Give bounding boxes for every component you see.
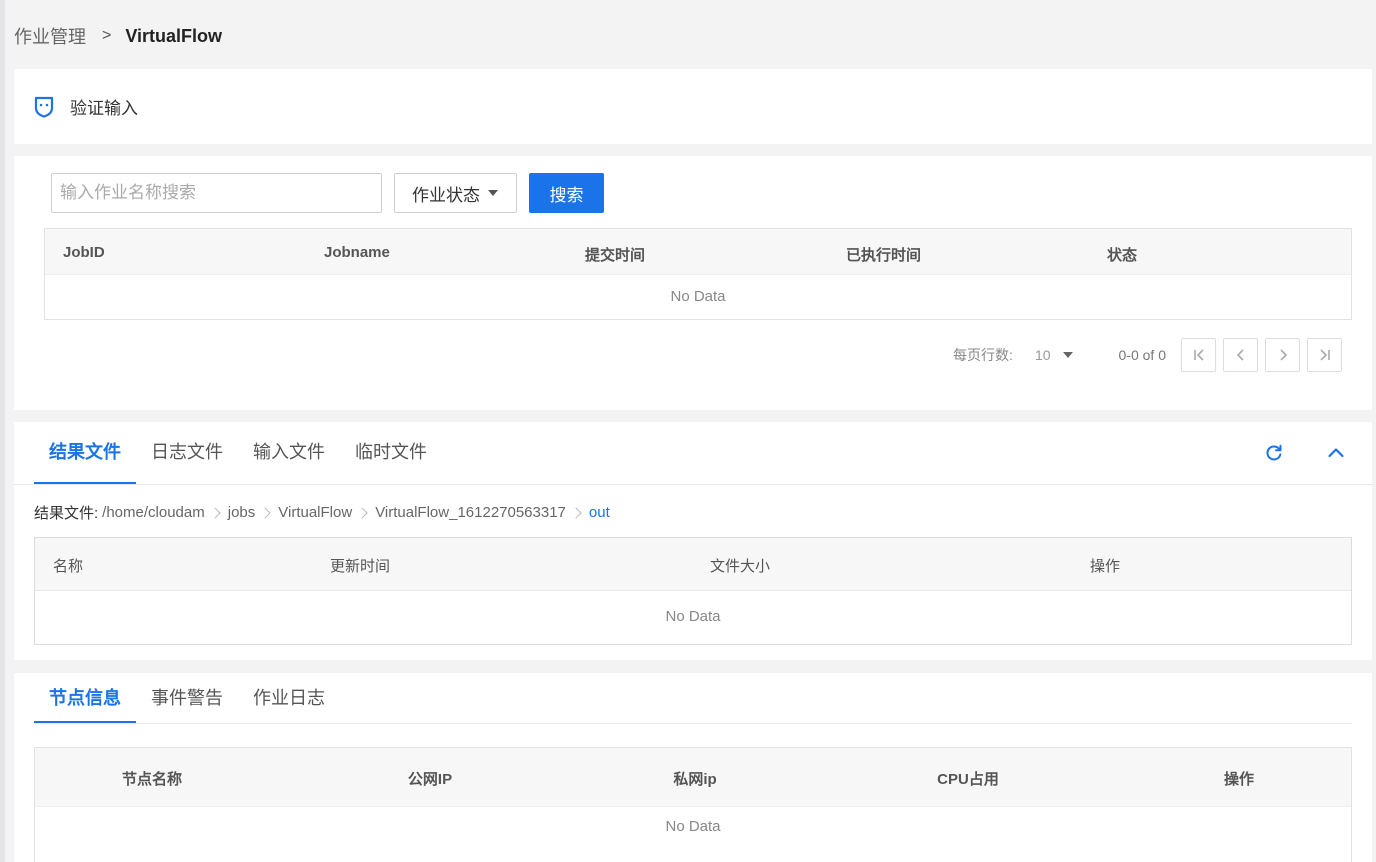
column-header[interactable]: 文件大小 xyxy=(710,555,770,576)
column-header[interactable]: 公网IP xyxy=(408,768,452,789)
nodes-table: 节点名称 公网IP 私网ip CPU占用 操作 No Data xyxy=(34,747,1352,862)
job-status-label: 作业状态 xyxy=(412,185,480,205)
chevron-right-icon xyxy=(259,506,271,519)
pagination: 每页行数: 10 0-0 of 0 xyxy=(953,338,1342,372)
chevron-right-icon xyxy=(356,506,368,519)
column-header[interactable]: 节点名称 xyxy=(122,768,182,789)
job-search-input[interactable] xyxy=(51,173,382,213)
column-header[interactable]: JobID xyxy=(63,244,105,261)
chevron-right-icon xyxy=(570,506,582,519)
file-tabs: 结果文件 日志文件 输入文件 临时文件 xyxy=(34,422,442,484)
refresh-icon[interactable] xyxy=(1264,443,1284,463)
tab-job-logs[interactable]: 作业日志 xyxy=(238,673,340,723)
breadcrumb-parent-link[interactable]: 作业管理 xyxy=(14,23,86,49)
tab-event-warnings[interactable]: 事件警告 xyxy=(136,673,238,723)
column-header[interactable]: 状态 xyxy=(1107,244,1137,265)
path-segment[interactable]: jobs xyxy=(228,504,256,521)
column-header: 操作 xyxy=(1223,771,1255,788)
path-segment-current[interactable]: out xyxy=(589,504,610,521)
tab-divider xyxy=(34,723,1352,724)
chevron-right-icon xyxy=(1279,349,1287,361)
breadcrumb-current: VirtualFlow xyxy=(125,25,223,46)
chevron-left-icon xyxy=(1236,349,1244,361)
jobs-table-header: JobID Jobname 提交时间 已执行时间 状态 xyxy=(45,229,1351,274)
last-page-icon xyxy=(1319,349,1330,361)
chevron-right-icon xyxy=(209,506,221,519)
column-header[interactable]: 更新时间 xyxy=(330,555,390,576)
column-header[interactable]: CPU占用 xyxy=(937,768,999,789)
job-status-dropdown[interactable]: 作业状态 xyxy=(394,173,517,213)
previous-page-button[interactable] xyxy=(1223,338,1258,372)
path-segment[interactable]: VirtualFlow_1612270563317 xyxy=(375,504,566,521)
file-path-breadcrumb: 结果文件: /home/cloudam jobs VirtualFlow Vir… xyxy=(34,502,610,523)
breadcrumb-separator: > xyxy=(102,27,112,44)
jobs-table: JobID Jobname 提交时间 已执行时间 状态 No Data xyxy=(44,228,1352,320)
caret-down-icon xyxy=(488,190,498,196)
tab-log-files[interactable]: 日志文件 xyxy=(136,422,238,484)
rows-per-page-value: 10 xyxy=(1034,347,1051,363)
node-tabs: 节点信息 事件警告 作业日志 xyxy=(34,673,340,723)
rows-per-page-select[interactable]: 10 xyxy=(1035,347,1073,363)
page-title: 验证输入 xyxy=(70,99,138,118)
tab-input-files[interactable]: 输入文件 xyxy=(238,422,340,484)
nodes-card: 节点信息 事件警告 作业日志 节点名称 公网IP 私网ip CPU占用 操作 N… xyxy=(14,673,1372,862)
path-label: 结果文件: xyxy=(34,505,99,522)
empty-state: No Data xyxy=(35,806,1351,847)
path-segment[interactable]: /home/cloudam xyxy=(102,504,205,521)
next-page-button[interactable] xyxy=(1265,338,1300,372)
empty-state: No Data xyxy=(665,608,721,625)
column-header[interactable]: 名称 xyxy=(53,555,83,576)
rows-per-page-label: 每页行数: xyxy=(953,347,1013,363)
files-card: 结果文件 日志文件 输入文件 临时文件 结果文件: /home/cloudam … xyxy=(14,422,1372,660)
column-header[interactable]: 已执行时间 xyxy=(846,244,921,265)
empty-state: No Data xyxy=(45,274,1351,319)
first-page-icon xyxy=(1193,349,1204,361)
left-edge xyxy=(0,0,5,862)
first-page-button[interactable] xyxy=(1181,338,1216,372)
page: 作业管理 > VirtualFlow 验证输入 作业状态 搜索 JobID Jo… xyxy=(0,0,1376,862)
chevron-up-icon[interactable] xyxy=(1326,443,1346,463)
tab-temp-files[interactable]: 临时文件 xyxy=(340,422,442,484)
column-header: 操作 xyxy=(1090,558,1121,575)
nodes-table-header: 节点名称 公网IP 私网ip CPU占用 操作 xyxy=(35,748,1351,806)
breadcrumb: 作业管理 > VirtualFlow xyxy=(14,22,222,50)
jobs-card: 作业状态 搜索 JobID Jobname 提交时间 已执行时间 状态 No D… xyxy=(14,156,1372,410)
search-button[interactable]: 搜索 xyxy=(529,173,604,213)
column-header[interactable]: 私网ip xyxy=(673,768,716,789)
column-header[interactable]: Jobname xyxy=(324,244,390,261)
tab-node-info[interactable]: 节点信息 xyxy=(34,673,136,723)
title-card: 验证输入 xyxy=(14,69,1372,144)
files-table: 名称 更新时间 文件大小 操作 No Data xyxy=(34,537,1352,645)
files-table-header: 名称 更新时间 文件大小 操作 xyxy=(35,538,1351,591)
caret-down-icon xyxy=(1062,352,1073,358)
pagination-range: 0-0 of 0 xyxy=(1118,347,1166,363)
tab-divider xyxy=(14,484,1372,485)
last-page-button[interactable] xyxy=(1307,338,1342,372)
column-header[interactable]: 提交时间 xyxy=(585,244,645,265)
shield-icon xyxy=(34,96,54,118)
path-segment[interactable]: VirtualFlow xyxy=(278,504,352,521)
tab-result-files[interactable]: 结果文件 xyxy=(34,422,136,484)
